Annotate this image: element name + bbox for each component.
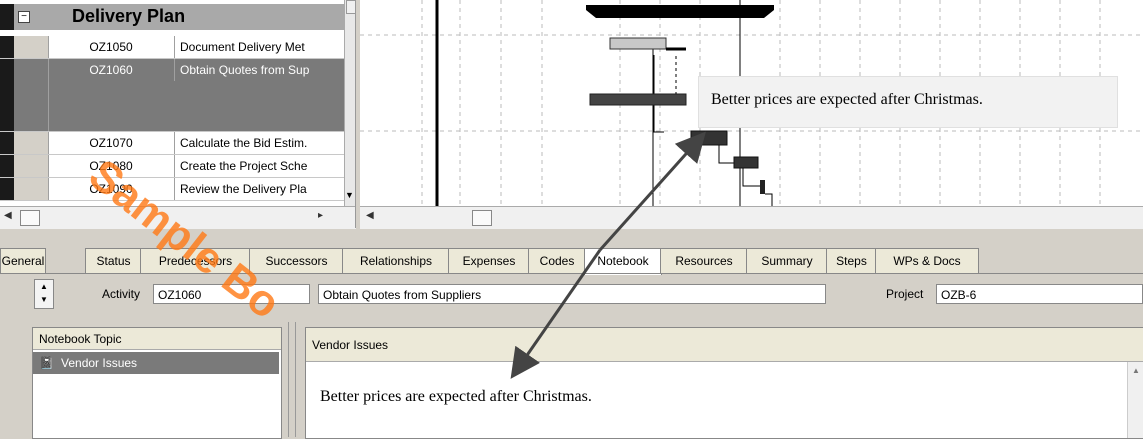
table-row-selected[interactable]: OZ1060 Obtain Quotes from Sup xyxy=(0,59,344,132)
callout-text: Better prices are expected after Christm… xyxy=(711,91,983,108)
notebook-topic-header: Notebook Topic xyxy=(33,328,281,350)
tab-resources[interactable]: Resources xyxy=(660,248,748,273)
notebook-vertical-scrollbar[interactable]: ▲ xyxy=(1127,362,1143,438)
tab-steps[interactable]: Steps xyxy=(826,248,877,273)
table-row[interactable]: OZ1080 Create the Project Sche xyxy=(0,155,344,178)
tab-status[interactable]: Status xyxy=(85,248,142,273)
gantt-horizontal-scrollbar[interactable]: ◀ xyxy=(360,206,1143,229)
activity-id: OZ1090 xyxy=(48,178,175,200)
project-label: Project xyxy=(886,287,924,301)
table-row[interactable]: OZ1050 Document Delivery Met xyxy=(0,36,344,59)
activity-name: Obtain Quotes from Sup xyxy=(180,63,310,77)
activity-bar-oz1080 xyxy=(733,156,759,169)
notebook-callout: Better prices are expected after Christm… xyxy=(698,76,1118,128)
row-band-secondary xyxy=(14,155,49,177)
activity-name: Document Delivery Met xyxy=(180,40,305,54)
row-band xyxy=(0,132,14,154)
activity-id: OZ1080 xyxy=(48,155,175,177)
row-band-secondary xyxy=(14,132,49,154)
notebook-splitter[interactable] xyxy=(288,322,296,437)
row-band xyxy=(0,178,14,200)
wbs-row-delivery-plan[interactable]: − Delivery Plan xyxy=(0,4,344,30)
row-band-secondary xyxy=(14,36,49,58)
scroll-left-icon[interactable]: ◀ xyxy=(4,210,12,221)
activity-id-field[interactable]: OZ1060 xyxy=(153,284,310,304)
list-item-vendor-issues[interactable]: 📓 Vendor Issues xyxy=(33,352,279,374)
wbs-title: Delivery Plan xyxy=(72,6,186,26)
collapse-toggle-icon[interactable]: − xyxy=(18,11,30,23)
tab-notebook[interactable]: Notebook xyxy=(584,248,662,275)
tab-relationships[interactable]: Relationships xyxy=(342,248,450,273)
notebook-content-header: Vendor Issues xyxy=(306,328,1143,362)
tab-codes[interactable]: Codes xyxy=(528,248,586,273)
notebook-icon: 📓 xyxy=(39,356,54,370)
left-gutter xyxy=(0,327,30,437)
tab-underline xyxy=(0,273,1143,274)
tab-expenses[interactable]: Expenses xyxy=(448,248,530,273)
previous-activity-icon[interactable]: ▲ xyxy=(35,280,53,293)
summary-bar xyxy=(586,5,774,18)
tab-summary[interactable]: Summary xyxy=(746,248,828,273)
row-band-secondary xyxy=(14,178,49,200)
scroll-right-icon[interactable]: ▸ xyxy=(318,210,323,221)
row-band xyxy=(0,36,14,58)
scroll-thumb[interactable] xyxy=(20,210,40,226)
table-row[interactable]: OZ1070 Calculate the Bid Estim. xyxy=(0,132,344,155)
topic-item-label: Vendor Issues xyxy=(61,356,138,370)
activity-name: Review the Delivery Pla xyxy=(180,182,307,196)
relationship-line xyxy=(742,168,760,187)
tab-successors[interactable]: Successors xyxy=(249,248,344,273)
notebook-topic-list: Notebook Topic 📓 Vendor Issues xyxy=(32,327,282,439)
activity-label: Activity xyxy=(102,287,141,301)
next-activity-icon[interactable]: ▼ xyxy=(35,293,53,306)
activity-bar-oz1060 xyxy=(589,93,687,106)
activity-navigator[interactable]: ▲ ▼ xyxy=(34,279,54,309)
activity-bar-oz1070 xyxy=(690,130,728,146)
scroll-thumb[interactable] xyxy=(472,210,492,226)
relationship-line xyxy=(718,145,734,164)
relationship-line xyxy=(765,193,773,206)
notebook-content-pane: Vendor Issues Better prices are expected… xyxy=(305,327,1143,439)
tab-general[interactable]: General xyxy=(0,248,46,273)
activity-name: Calculate the Bid Estim. xyxy=(180,136,308,150)
tab-predecessors[interactable]: Predecessors xyxy=(140,248,251,273)
notebook-content-text[interactable]: Better prices are expected after Christm… xyxy=(320,388,592,406)
row-band xyxy=(0,59,14,131)
row-band xyxy=(0,155,14,177)
table-row[interactable]: OZ1090 Review the Delivery Pla xyxy=(0,178,344,201)
table-horizontal-scrollbar[interactable]: ◀ ▸ xyxy=(0,206,356,229)
activity-bar-oz1090 xyxy=(760,180,765,194)
activity-id: OZ1070 xyxy=(48,132,175,154)
scroll-down-icon[interactable]: ▼ xyxy=(345,190,354,200)
activity-name: Create the Project Sche xyxy=(180,159,308,173)
row-band xyxy=(0,4,14,30)
activity-name-field[interactable]: Obtain Quotes from Suppliers xyxy=(318,284,826,304)
activity-table: − Delivery Plan OZ1050 Document Delivery… xyxy=(0,0,355,228)
detail-tabs: General Status Predecessors Successors R… xyxy=(0,248,1143,275)
scroll-left-icon[interactable]: ◀ xyxy=(366,210,374,221)
activity-bar-oz1050 xyxy=(609,37,667,50)
tab-wps-docs[interactable]: WPs & Docs xyxy=(875,248,979,273)
activity-id: OZ1060 xyxy=(48,59,175,81)
project-id-field[interactable]: OZB-6 xyxy=(936,284,1143,304)
row-band-secondary xyxy=(14,59,49,131)
scroll-up-icon[interactable]: ▲ xyxy=(1132,366,1140,375)
activity-id: OZ1050 xyxy=(48,36,175,58)
